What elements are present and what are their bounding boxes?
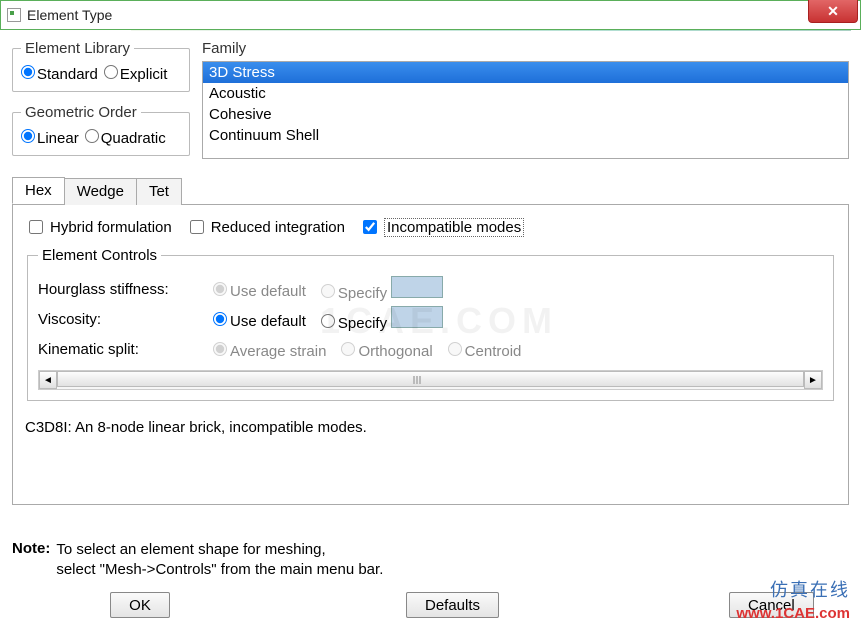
note-label: Note: (12, 540, 50, 581)
title-bar: Element Type ✕ (0, 0, 861, 30)
radio-quadratic[interactable]: Quadratic (85, 129, 166, 147)
background-blur (131, 1, 851, 31)
kinematic-centroid: Centroid (443, 339, 522, 360)
scroll-grip-icon (416, 376, 418, 384)
scroll-thumb[interactable] (57, 371, 804, 387)
element-library-group: Element Library Standard Explicit (12, 40, 190, 92)
note-text: To select an element shape for meshing, … (56, 540, 383, 581)
check-hybrid[interactable]: Hybrid formulation (25, 217, 172, 237)
check-reduced-input[interactable] (190, 220, 204, 234)
kinematic-orthogonal: Orthogonal (336, 339, 432, 360)
hourglass-specify: Specify (316, 276, 443, 302)
element-controls-group: Element Controls Hourglass stiffness: Us… (27, 247, 834, 401)
family-listbox[interactable]: 3D Stress Acoustic Cohesive Continuum Sh… (202, 61, 849, 159)
check-hybrid-input[interactable] (29, 220, 43, 234)
check-reduced[interactable]: Reduced integration (186, 217, 345, 237)
shape-tabs: Hex Wedge Tet Hybrid formulation Reduced… (12, 177, 849, 505)
family-legend: Family (202, 40, 849, 57)
geometric-order-group: Geometric Order Linear Quadratic (12, 104, 190, 156)
ok-button[interactable]: OK (110, 592, 170, 618)
cancel-button[interactable]: Cancel (729, 592, 814, 618)
radio-standard[interactable]: Standard (21, 65, 98, 83)
window-title: Element Type (27, 7, 112, 23)
radio-linear-input[interactable] (21, 129, 35, 143)
radio-linear[interactable]: Linear (21, 129, 79, 147)
family-group: Family 3D Stress Acoustic Cohesive Conti… (202, 40, 849, 159)
element-library-legend: Element Library (21, 40, 134, 57)
family-item-cohesive[interactable]: Cohesive (203, 104, 848, 125)
kinematic-label: Kinematic split: (38, 341, 208, 358)
hourglass-label: Hourglass stiffness: (38, 281, 208, 298)
check-incompatible[interactable]: Incompatible modes (359, 217, 524, 237)
family-item-acoustic[interactable]: Acoustic (203, 83, 848, 104)
tab-hex[interactable]: Hex (12, 177, 65, 204)
viscosity-label: Viscosity: (38, 311, 208, 328)
viscosity-specify[interactable]: Specify (316, 306, 443, 332)
app-icon (7, 8, 21, 22)
viscosity-specify-field[interactable] (391, 306, 443, 328)
defaults-button[interactable]: Defaults (406, 592, 499, 618)
scroll-track[interactable] (57, 371, 804, 389)
geometric-order-legend: Geometric Order (21, 104, 141, 121)
note: Note: To select an element shape for mes… (12, 540, 383, 581)
radio-explicit-input[interactable] (104, 65, 118, 79)
tab-tet[interactable]: Tet (136, 178, 182, 205)
kinematic-average: Average strain (208, 339, 326, 360)
horizontal-scrollbar[interactable]: ◄ ► (38, 370, 823, 390)
element-controls-legend: Element Controls (38, 247, 161, 264)
tab-wedge[interactable]: Wedge (64, 178, 137, 205)
radio-standard-input[interactable] (21, 65, 35, 79)
radio-quadratic-input[interactable] (85, 129, 99, 143)
dialog-buttons: OK Defaults Cancel (0, 590, 861, 620)
scroll-right-arrow[interactable]: ► (804, 371, 822, 389)
close-button[interactable]: ✕ (808, 0, 858, 23)
viscosity-use-default[interactable]: Use default (208, 309, 306, 330)
hourglass-specify-field (391, 276, 443, 298)
close-icon: ✕ (827, 3, 839, 20)
check-incompatible-input[interactable] (363, 220, 377, 234)
element-description: C3D8I: An 8-node linear brick, incompati… (25, 419, 836, 436)
tab-body-hex: Hybrid formulation Reduced integration I… (12, 205, 849, 505)
scroll-left-arrow[interactable]: ◄ (39, 371, 57, 389)
radio-explicit[interactable]: Explicit (104, 65, 168, 83)
family-item-3d-stress[interactable]: 3D Stress (203, 62, 848, 83)
family-item-continuum-shell[interactable]: Continuum Shell (203, 125, 848, 146)
hourglass-use-default: Use default (208, 279, 306, 300)
